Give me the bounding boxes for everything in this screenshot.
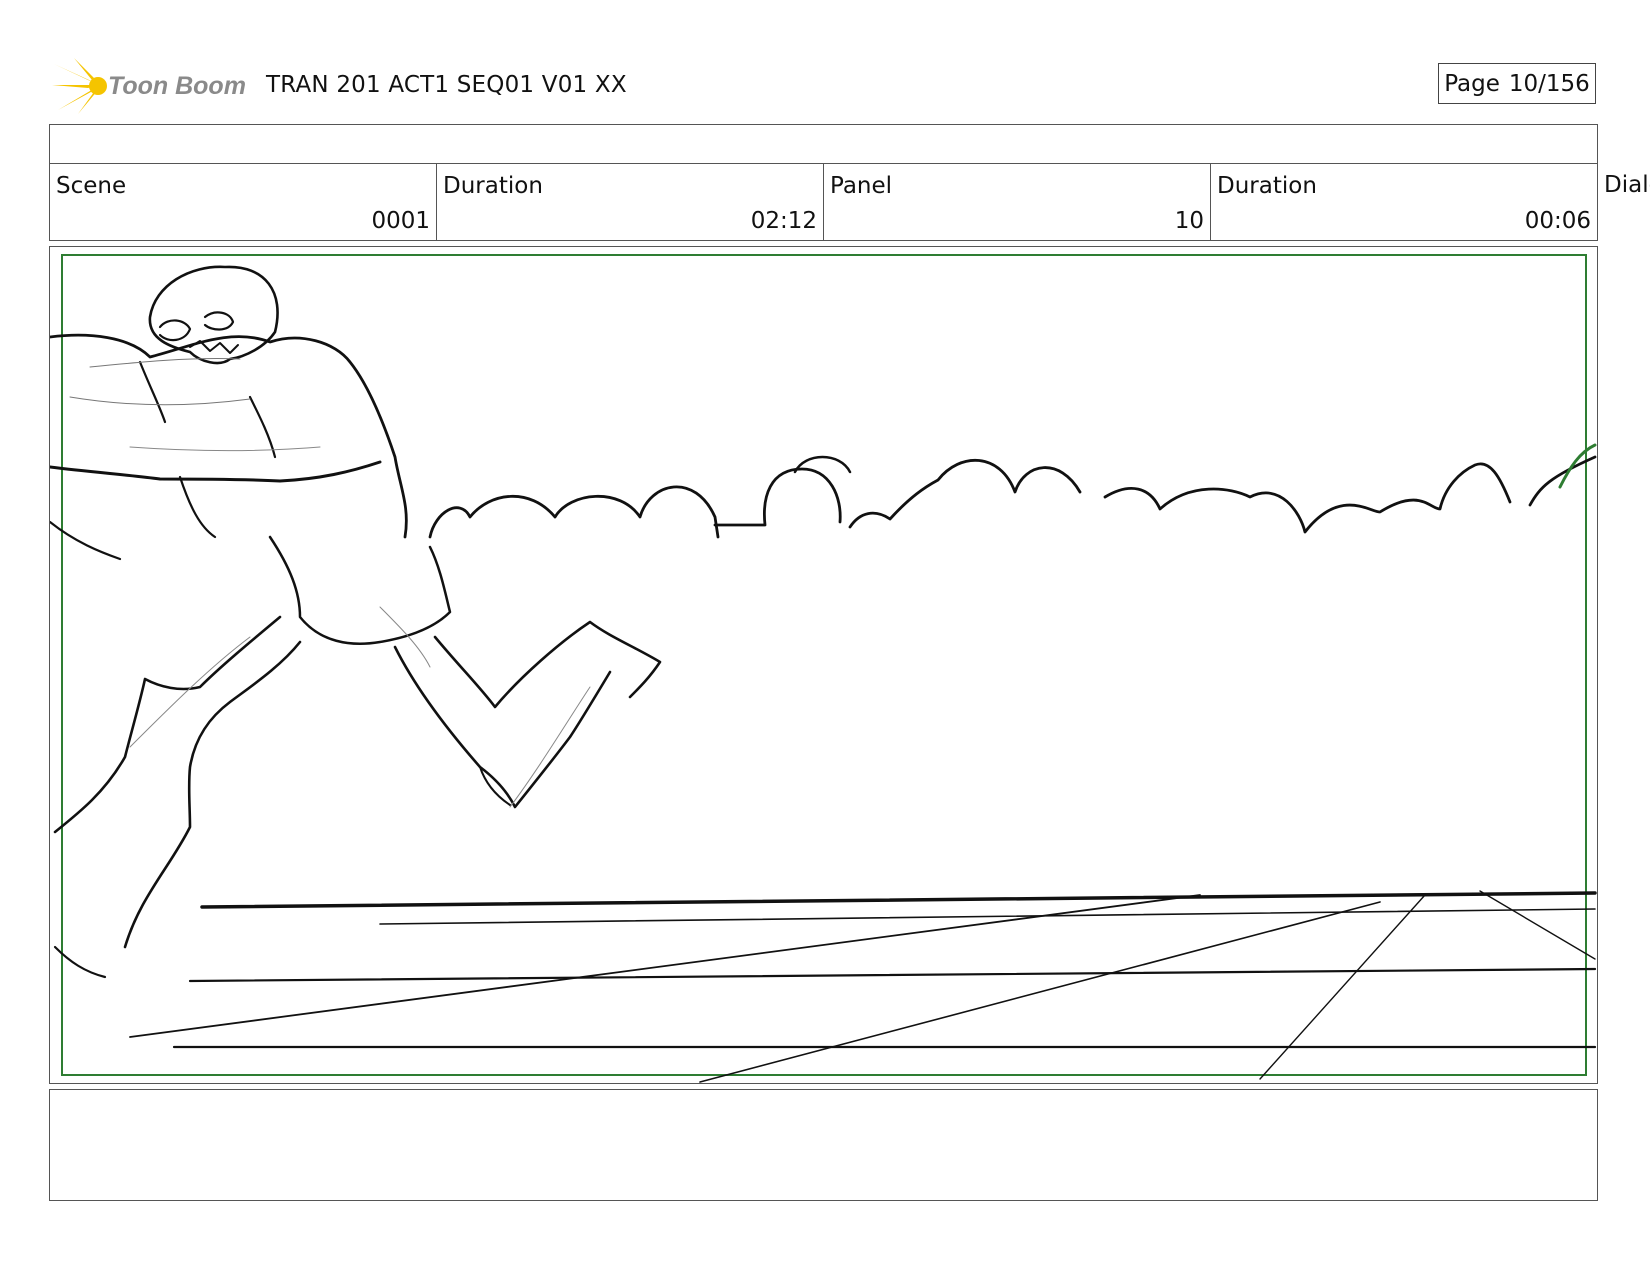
page-indicator: Page 10/156 (1438, 63, 1596, 104)
scene-label: Scene (56, 173, 127, 199)
panel-duration-cell: Duration 00:06 (1211, 164, 1597, 240)
header-blank-bar (49, 124, 1598, 164)
toon-boom-logo: Toon Boom (52, 58, 252, 114)
panel-notes-box (49, 1089, 1598, 1201)
toon-boom-logo-icon: Toon Boom (52, 58, 246, 114)
page-label: Page (1444, 70, 1500, 97)
safe-frame (61, 254, 1587, 1076)
panel-sketch (50, 254, 1597, 1083)
panel-info-row: Scene 0001 Duration 02:12 Panel 10 Durat… (49, 163, 1598, 241)
scene-cell: Scene 0001 (50, 164, 437, 240)
panel-value: 10 (1174, 208, 1204, 234)
storyboard-panel (49, 246, 1598, 1084)
panel-duration-label: Duration (1217, 173, 1317, 199)
scene-duration-cell: Duration 02:12 (437, 164, 824, 240)
scene-duration-label: Duration (443, 173, 543, 199)
panel-label: Panel (830, 173, 893, 199)
scene-duration-value: 02:12 (750, 208, 817, 234)
panel-cell: Panel 10 (824, 164, 1211, 240)
panel-duration-value: 00:06 (1524, 208, 1591, 234)
logo-text: Toon Boom (108, 72, 246, 100)
sketch-lines (50, 265, 1597, 1083)
scene-value: 0001 (371, 208, 430, 234)
document-title: TRAN 201 ACT1 SEQ01 V01 XX (266, 72, 627, 98)
dialog-label: Dialo (1604, 172, 1650, 198)
page-number: 10/156 (1508, 70, 1590, 97)
